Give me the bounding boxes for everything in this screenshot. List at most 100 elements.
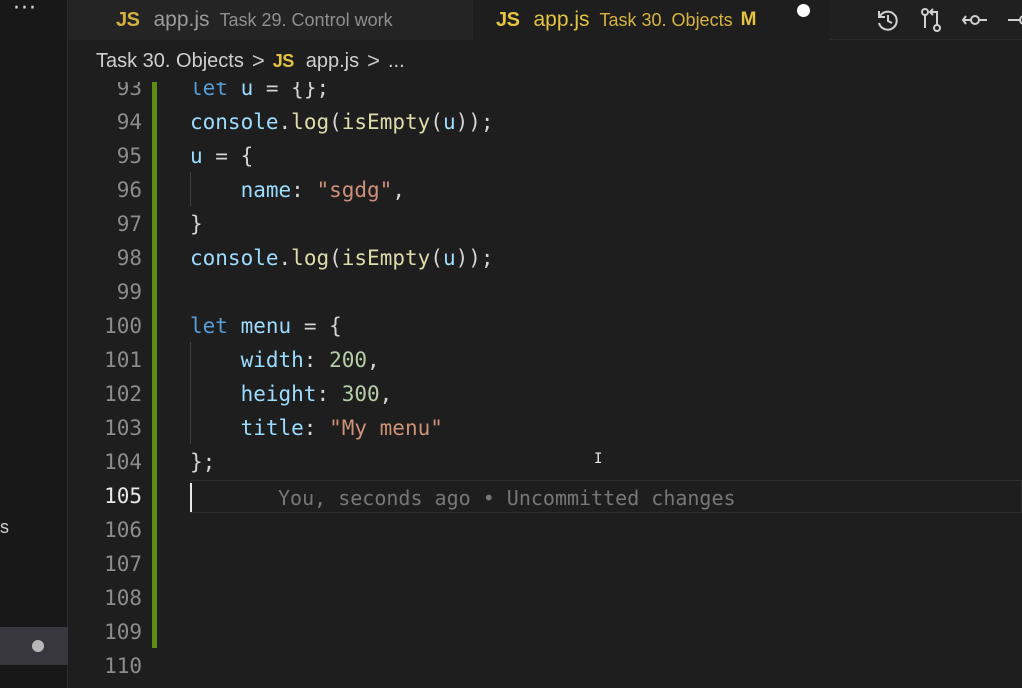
breadcrumb-folder[interactable]: Task 30. Objects [96,50,244,73]
code-token-punct: ( [430,246,443,270]
code-token-number: 200 [329,348,368,372]
line-number: 105 [104,484,142,508]
code-line[interactable]: console.log(isEmpty(u)); [190,105,494,139]
editor-toolbar [858,0,1022,40]
code-token-function: isEmpty [341,110,431,134]
code-line[interactable]: u = { [190,139,253,173]
code-line[interactable]: }; [190,445,215,479]
code-line[interactable]: let u = {}; [190,82,329,105]
modified-badge: M [740,9,757,30]
code-token-property: width [240,348,304,372]
code-token-variable: u [442,110,456,134]
git-change-indicator[interactable] [152,82,157,648]
code-line[interactable]: width: 200, [190,343,380,377]
more-actions-button[interactable]: ··· [12,0,38,22]
breadcrumb: Task 30. Objects > JS app.js > ... [68,40,1022,82]
line-number: 109 [104,620,142,644]
code-token-property: name [240,178,292,202]
code-token-punct: = {}; [253,82,330,100]
javascript-file-icon: JS [496,8,520,31]
code-token-variable: u [442,246,456,270]
line-number: 106 [104,518,142,542]
line-number: 98 [116,246,142,270]
code-token-function: isEmpty [341,246,431,270]
code-area[interactable]: let u = {}; console.log(isEmpty(u)); u = {… [190,82,1022,688]
code-token-variable: u [240,82,254,100]
code-token-punct: , [367,348,380,372]
tab-app-js-task-29[interactable]: JS app.js Task 29. Control work [68,0,473,40]
code-token-variable: u [190,144,203,168]
left-sidebar: ··· s [0,0,68,688]
code-token-punct: . [278,110,292,134]
breadcrumb-separator: > [251,48,265,73]
code-line[interactable]: title: "My menu" [190,411,443,445]
code-token-punct: )); [455,110,494,134]
code-token-function: log [291,110,330,134]
sidebar-text-fragment: s [0,517,9,537]
breadcrumb-symbol[interactable]: ... [388,50,405,73]
line-number: 103 [104,416,142,440]
code-line[interactable]: name: "sgdg", [190,173,405,207]
breadcrumb-file[interactable]: app.js [306,50,359,73]
code-token-punct: = { [202,144,254,168]
code-editor[interactable]: 93 94 95 96 97 98 99 100 101 102 103 104 105 106 107 10… [68,82,1022,688]
code-token-keyword: let [190,314,228,338]
code-token-punct: }; [190,450,216,474]
line-number: 97 [116,212,142,236]
git-blame-annotation: You, seconds ago • Uncommitted changes [278,486,736,510]
code-token-string: "My menu" [329,416,443,440]
tab-filename: app.js [153,8,210,31]
code-token-keyword: let [190,82,228,100]
code-token-punct: : [303,416,330,440]
line-number: 99 [116,280,142,304]
history-icon[interactable] [875,6,901,34]
code-line[interactable]: height: 300, [190,377,393,411]
code-token-punct: : [316,382,342,406]
line-number: 95 [116,144,142,168]
line-number: 108 [104,586,142,610]
code-token-punct: . [278,246,292,270]
code-token-punct: ( [329,110,342,134]
line-number: 96 [116,178,142,202]
code-token-punct: : [303,348,330,372]
tab-app-js-task-30[interactable]: JS app.js Task 30. Objects M [473,0,830,40]
javascript-file-icon: JS [116,8,140,31]
line-number: 100 [104,314,142,338]
javascript-file-icon: JS [272,50,295,71]
code-token-punct: )); [455,246,494,270]
source-control-icon[interactable] [961,6,989,34]
line-number: 110 [104,654,142,678]
git-compare-icon[interactable] [918,6,944,34]
line-number: 102 [104,382,142,406]
code-token-punct: } [190,212,203,236]
line-number: 104 [104,450,142,474]
sidebar-status-dot [32,640,44,652]
code-token-variable: console [190,110,279,134]
tab-description: Task 30. Objects [599,9,733,30]
code-token-number: 300 [341,382,380,406]
text-cursor-ibeam-icon: I [594,451,603,467]
tab-filename: app.js [533,8,590,31]
code-token-string: "sgdg" [316,178,393,202]
code-token-punct: , [392,178,405,202]
code-token-punct: : [291,178,317,202]
text-cursor [190,483,192,512]
code-token-variable: menu [240,314,292,338]
vscode-window: ··· s JS app.js Task 29. Control work JS… [0,0,1022,688]
code-line[interactable]: } [190,207,203,241]
editor-tab-bar: JS app.js Task 29. Control work JS app.j… [68,0,1022,40]
code-line[interactable]: console.log(isEmpty(u)); [190,241,494,275]
code-token-punct: ( [329,246,342,270]
code-token-punct: ( [430,110,443,134]
unsaved-changes-dot-icon[interactable] [797,4,810,17]
code-token-property: height [240,382,317,406]
sidebar-selected-item[interactable] [0,627,68,665]
code-line[interactable]: let menu = { [190,309,342,343]
line-number: 107 [104,552,142,576]
line-number-gutter: 93 94 95 96 97 98 99 100 101 102 103 104 105 106 107 10… [68,82,157,688]
more-icon[interactable] [1006,6,1022,34]
